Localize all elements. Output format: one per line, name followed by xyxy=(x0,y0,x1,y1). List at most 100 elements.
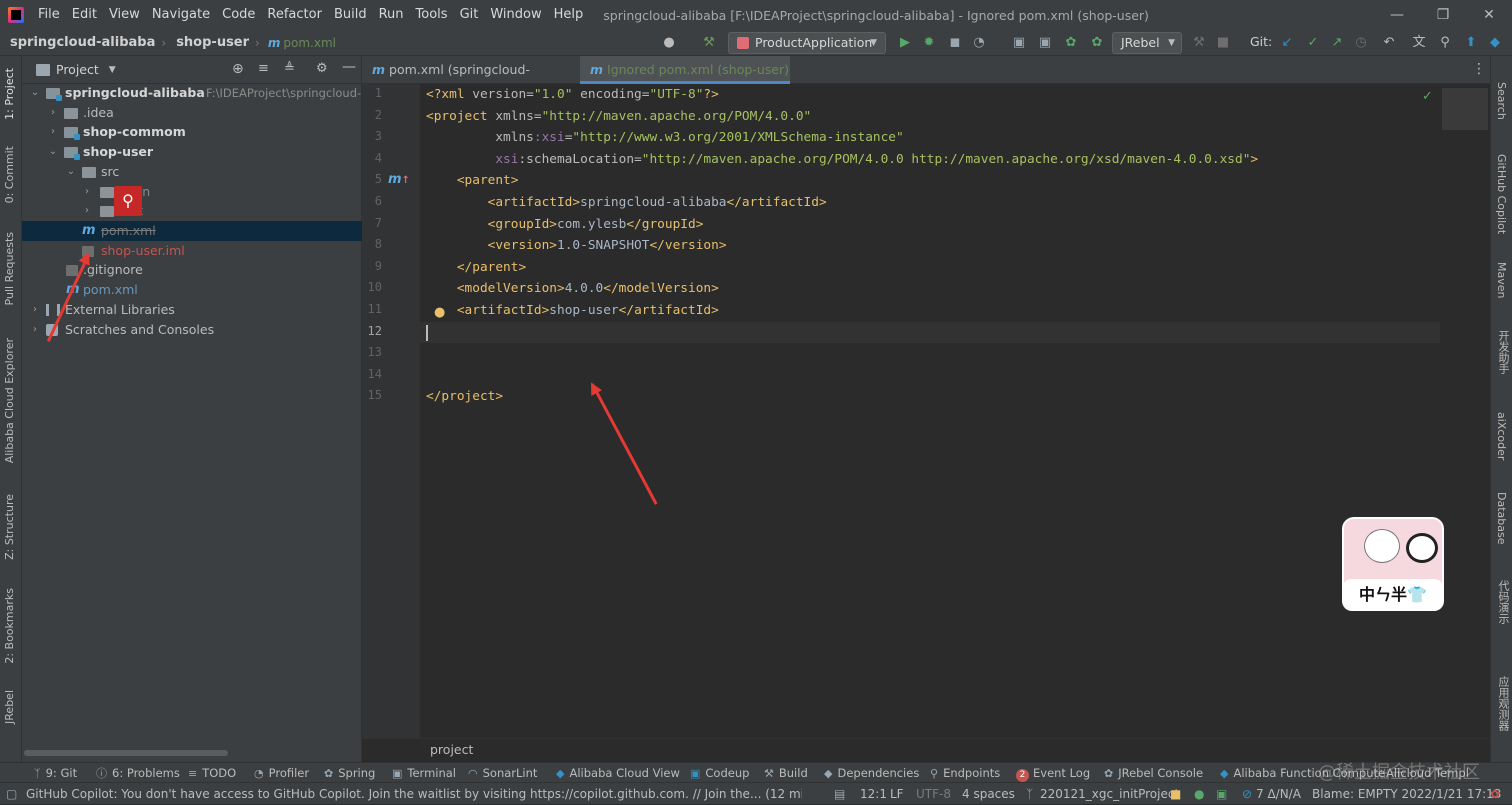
chevron-down-icon[interactable]: ▼ xyxy=(109,65,116,75)
tool-git[interactable]: ᛉ 9: Git xyxy=(34,763,77,784)
tab-aixcoder[interactable]: aiXcoder xyxy=(1495,412,1508,460)
jrebel-run-icon[interactable]: ▣ xyxy=(1010,34,1028,52)
coverage-icon[interactable]: ◼ xyxy=(946,34,964,52)
tool-spring[interactable]: ✿ Spring xyxy=(324,763,375,784)
tree-item-root[interactable]: ⌄ springcloud-alibaba F:\IDEAProject\spr… xyxy=(22,83,362,103)
indent-setting[interactable]: 4 spaces xyxy=(962,783,1015,805)
breadcrumb-project[interactable]: springcloud-alibaba xyxy=(0,35,155,50)
profile-icon[interactable]: ◔ xyxy=(970,34,988,52)
tree-item-scratches[interactable]: › Scratches and Consoles xyxy=(22,320,362,340)
tab-database[interactable]: Database xyxy=(1495,492,1508,545)
tab-structure[interactable]: Z: Structure xyxy=(3,494,16,560)
menu-navigate[interactable]: Navigate xyxy=(146,0,216,30)
horizontal-scrollbar[interactable] xyxy=(24,750,228,756)
gear-icon[interactable]: ⚙ xyxy=(316,61,328,76)
git-push-icon[interactable]: ↗ xyxy=(1328,34,1346,52)
debug-icon[interactable]: ✹ xyxy=(920,34,938,52)
jrebel-leaf-debug-icon[interactable]: ✿ xyxy=(1088,34,1106,52)
code-minimap[interactable] xyxy=(1442,88,1488,130)
status-message[interactable]: GitHub Copilot: You don't have access to… xyxy=(26,783,802,805)
menu-file[interactable]: File xyxy=(32,0,66,30)
tree-item-shop-user[interactable]: ⌄ shop-user xyxy=(22,142,362,162)
tree-item-pom-ignored[interactable]: m pom.xml xyxy=(22,221,362,241)
minimize-button[interactable]: — xyxy=(1374,0,1420,30)
tool-jrebel-console[interactable]: ✿ JRebel Console xyxy=(1104,763,1203,784)
tool-event-log[interactable]: 2 Event Log xyxy=(1016,763,1090,783)
tab-github-copilot[interactable]: GitHub Copilot xyxy=(1495,154,1508,234)
tree-item-test[interactable]: › test xyxy=(22,201,362,221)
tool-alibaba-cloud-view[interactable]: ◆ Alibaba Cloud View xyxy=(556,763,680,784)
locate-icon[interactable]: ⊕ xyxy=(232,61,244,77)
tree-item-main[interactable]: › main xyxy=(22,182,362,202)
history-icon[interactable]: ◷ xyxy=(1352,34,1370,52)
tool-dependencies[interactable]: ◆ Dependencies xyxy=(824,763,919,784)
tab-app-observer[interactable]: 应用观测器 xyxy=(1495,676,1511,731)
close-button[interactable]: ✕ xyxy=(1466,0,1512,30)
tool-sonarlint[interactable]: ◠ SonarLint xyxy=(468,763,537,784)
menu-edit[interactable]: Edit xyxy=(66,0,103,30)
terminal-icon[interactable]: ▣ xyxy=(1216,783,1227,805)
lock-icon[interactable]: ■ xyxy=(1170,783,1181,805)
menu-window[interactable]: Window xyxy=(484,0,547,30)
rollback-icon[interactable]: ↶ xyxy=(1380,34,1398,52)
tab-alibaba-cloud-explorer[interactable]: Alibaba Cloud Explorer xyxy=(3,338,16,463)
tool-build[interactable]: ⚒ Build xyxy=(764,763,808,784)
build-hammer-icon[interactable]: ⚒ xyxy=(700,34,718,52)
more-options-icon[interactable]: ⋮ xyxy=(1472,61,1486,77)
tab-code-demo[interactable]: 代码演示 xyxy=(1495,580,1511,624)
breadcrumb-project-tag[interactable]: project xyxy=(430,742,473,757)
line-separator[interactable]: LF xyxy=(890,783,904,805)
tree-item-shop-user-iml[interactable]: shop-user.iml xyxy=(22,241,362,261)
tab-maven[interactable]: Maven xyxy=(1495,262,1508,298)
tab-ignored-pom[interactable]: m Ignored pom.xml (shop-user) xyxy=(580,56,790,84)
tree-item-shop-commom[interactable]: › shop-commom xyxy=(22,122,362,142)
copilot-icon[interactable]: ● xyxy=(1194,783,1204,805)
breadcrumb-module[interactable]: shop-user xyxy=(166,35,249,50)
run-configuration-select[interactable]: ProductApplication ▼ xyxy=(728,32,886,54)
tab-bookmarks[interactable]: 2: Bookmarks xyxy=(3,588,16,664)
tab-jrebel[interactable]: JRebel xyxy=(3,690,16,724)
tool-endpoints[interactable]: ⚲ Endpoints xyxy=(930,763,1000,784)
search-icon[interactable]: ⚲ xyxy=(1436,34,1454,52)
collapse-all-icon[interactable]: ≜ xyxy=(284,61,295,76)
menu-git[interactable]: Git xyxy=(454,0,485,30)
maven-parent-icon[interactable]: m↑ xyxy=(388,172,410,187)
tree-item-idea[interactable]: › .idea xyxy=(22,103,362,123)
maximize-button[interactable]: ❐ xyxy=(1420,0,1466,30)
run-icon[interactable]: ▶ xyxy=(896,34,914,52)
notification-icon[interactable]: ▢ xyxy=(6,783,17,805)
tab-commit[interactable]: 0: Commit xyxy=(3,146,16,203)
breadcrumb-file[interactable]: pom.xml xyxy=(283,36,336,50)
tab-project[interactable]: 1: Project xyxy=(3,68,16,120)
git-commit-icon[interactable]: ✓ xyxy=(1304,34,1322,52)
file-encoding[interactable]: UTF-8 xyxy=(916,783,951,805)
tree-item-gitignore[interactable]: .gitignore xyxy=(22,260,362,280)
git-branch[interactable]: 220121_xgc_initProject xyxy=(1040,783,1179,805)
menu-view[interactable]: View xyxy=(103,0,146,30)
plugin-icon[interactable]: ◆ xyxy=(1486,34,1504,52)
menu-refactor[interactable]: Refactor xyxy=(261,0,328,30)
project-view-label[interactable]: Project xyxy=(56,62,99,77)
tool-terminal[interactable]: ▣ Terminal xyxy=(392,763,456,784)
expand-all-icon[interactable]: ≡ xyxy=(258,61,269,76)
user-icon[interactable]: ● xyxy=(660,34,678,52)
translate-icon[interactable]: 文 xyxy=(1410,34,1428,52)
tab-pull-requests[interactable]: Pull Requests xyxy=(3,232,16,305)
lightbulb-icon[interactable]: ● xyxy=(434,305,445,320)
menu-tools[interactable]: Tools xyxy=(410,0,454,30)
menu-help[interactable]: Help xyxy=(548,0,590,30)
update-icon[interactable]: ⬆ xyxy=(1462,34,1480,52)
hide-icon[interactable]: — xyxy=(342,59,356,75)
tree-item-external-libraries[interactable]: › External Libraries xyxy=(22,300,362,320)
jrebel-debug-icon[interactable]: ▣ xyxy=(1036,34,1054,52)
tool-codeup[interactable]: ▣ Codeup xyxy=(690,763,749,784)
tool-problems[interactable]: ⓘ 6: Problems xyxy=(96,763,180,784)
caret-position[interactable]: 12:1 xyxy=(860,783,887,805)
menu-build[interactable]: Build xyxy=(328,0,373,30)
menu-code[interactable]: Code xyxy=(216,0,261,30)
tool-todo[interactable]: ≡ TODO xyxy=(188,763,236,784)
jrebel-select[interactable]: JRebel ▼ xyxy=(1112,32,1182,54)
tool-profiler[interactable]: ◔ Profiler xyxy=(254,763,309,784)
tab-dev-assistant[interactable]: 开发助手 xyxy=(1495,330,1511,374)
menu-run[interactable]: Run xyxy=(373,0,410,30)
